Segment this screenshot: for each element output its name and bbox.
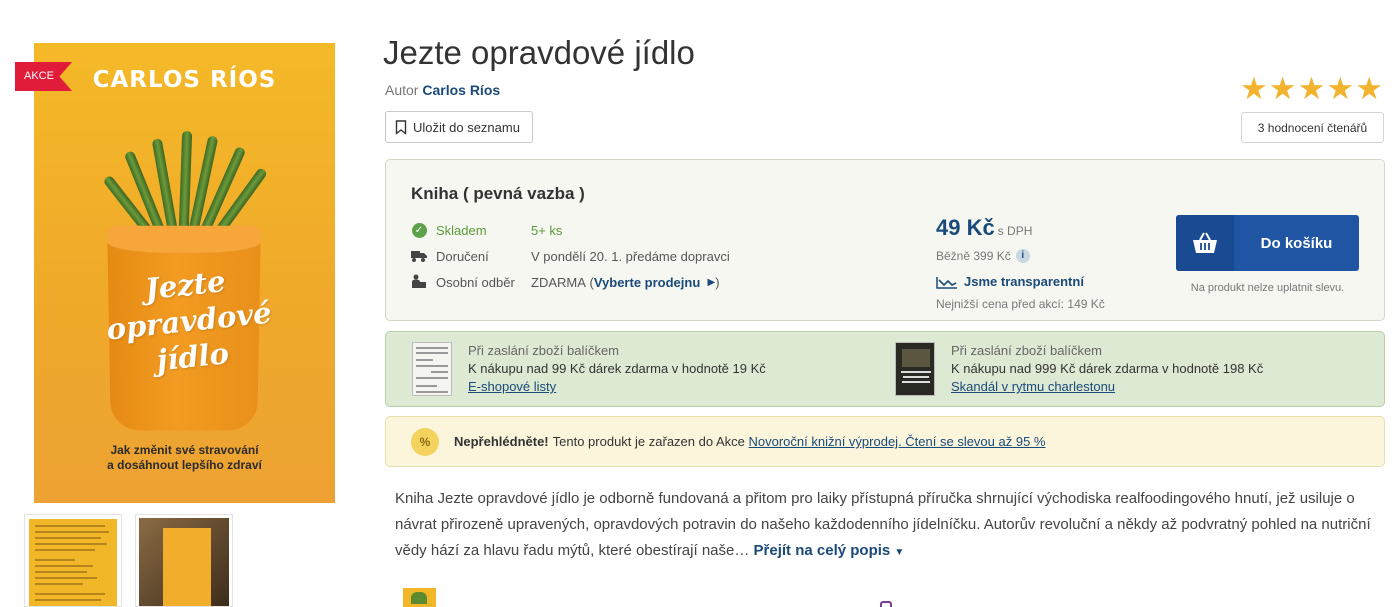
delivery-truck-icon <box>411 248 427 264</box>
gift-title: Při zaslání zboží balíčkem <box>468 342 766 360</box>
percent-icon: % <box>411 428 439 456</box>
info-icon[interactable]: i <box>1016 249 1030 263</box>
pickup-row: Osobní odběr ZDARMA (Vyberte prodejnu ▶) <box>411 274 720 290</box>
gift-description: K nákupu nad 999 Kč dárek zdarma v hodno… <box>951 360 1263 378</box>
partial-icon <box>880 601 892 607</box>
normal-price-text: Běžně 399 Kč <box>936 249 1011 263</box>
star-icon: ★ <box>1326 72 1354 106</box>
star-icon: ★ <box>1269 72 1297 106</box>
thumbnail-front-photo[interactable] <box>135 514 233 607</box>
check-circle-icon: ✓ <box>411 222 427 238</box>
stock-label: Skladem <box>436 223 531 238</box>
price-suffix: s DPH <box>998 224 1033 238</box>
normal-price: Běžně 399 Kč i <box>936 249 1030 263</box>
bookmark-icon <box>395 120 407 135</box>
star-icon: ★ <box>1240 72 1268 106</box>
transparency-link[interactable]: Jsme transparentní <box>936 274 1084 289</box>
gift-text: Při zaslání zboží balíčkem K nákupu nad … <box>951 342 1263 396</box>
add-to-cart-button[interactable]: Do košíku <box>1176 215 1359 271</box>
gift-item: Při zaslání zboží balíčkem K nákupu nad … <box>895 342 1263 396</box>
delivery-value: V pondělí 20. 1. předáme dopravci <box>531 249 730 264</box>
store-pickup-icon <box>411 274 427 290</box>
book-format: Kniha ( pevná vazba ) <box>411 184 585 204</box>
related-book-thumbnail[interactable] <box>403 588 436 607</box>
promo-link[interactable]: Novoroční knižní výprodej. Čtení se slev… <box>749 434 1046 449</box>
gift-image[interactable] <box>895 342 935 396</box>
cover-author: CARLOS RÍOS <box>34 67 335 93</box>
read-more-link[interactable]: Přejít na celý popis ▼ <box>754 542 905 559</box>
product-title: Jezte opravdové jídlo <box>383 34 695 72</box>
gift-image[interactable] <box>412 342 452 396</box>
book-cover-image[interactable]: CARLOS RÍOS Jezte opravdové jídlo Jak zm… <box>34 43 335 503</box>
star-icon: ★ <box>1298 72 1326 106</box>
no-discount-note: Na produkt nelze uplatnit slevu. <box>1176 282 1359 294</box>
gift-link[interactable]: Skandál v rytmu charlestonu <box>951 379 1115 394</box>
gift-item: Při zaslání zboží balíčkem K nákupu nad … <box>412 342 766 396</box>
basket-icon <box>1176 215 1234 271</box>
author-line: Autor Carlos Ríos <box>385 82 500 98</box>
pickup-value: ZDARMA <box>531 275 586 290</box>
product-description: Kniha Jezte opravdové jídlo je odborně f… <box>395 486 1380 566</box>
thumbnail-image <box>139 518 229 606</box>
author-prefix: Autor <box>385 82 418 98</box>
caret-down-icon: ▼ <box>894 547 904 558</box>
price-value: 49 Kč <box>936 215 995 240</box>
read-more-label: Přejít na celý popis <box>754 542 891 559</box>
price-chart-icon <box>936 275 958 289</box>
triangle-right-icon: ▶ <box>708 277 716 288</box>
gift-box: Při zaslání zboží balíčkem K nákupu nad … <box>385 331 1385 407</box>
buy-box: Kniha ( pevná vazba ) ✓ Skladem 5+ ks Do… <box>385 159 1385 321</box>
lowest-price-note: Nejnižší cena před akcí: 149 Kč <box>936 297 1105 311</box>
cover-title: Jezte opravdové jídlo <box>99 258 279 383</box>
reader-ratings-button[interactable]: 3 hodnocení čtenářů <box>1241 112 1384 143</box>
cover-subtitle: Jak změnit své stravování a dosáhnout le… <box>34 443 335 473</box>
cover-subtitle-line: a dosáhnout lepšího zdraví <box>34 458 335 473</box>
gift-title: Při zaslání zboží balíčkem <box>951 342 1263 360</box>
gift-link[interactable]: E-shopové listy <box>468 379 556 394</box>
star-icon: ★ <box>1355 72 1383 106</box>
promo-text: Tento produkt je zařazen do Akce <box>553 434 745 449</box>
save-to-list-button[interactable]: Uložit do seznamu <box>385 111 533 143</box>
cover-subtitle-line: Jak změnit své stravování <box>34 443 335 458</box>
stock-value: 5+ ks <box>531 223 562 238</box>
gift-text: Při zaslání zboží balíčkem K nákupu nad … <box>468 342 766 396</box>
author-link[interactable]: Carlos Ríos <box>422 82 500 98</box>
pickup-label: Osobní odběr <box>436 275 531 290</box>
stock-row: ✓ Skladem 5+ ks <box>411 222 562 238</box>
thumbnail-back-cover[interactable] <box>24 514 122 607</box>
promo-box: % Nepřehlédněte! Tento produkt je zařaze… <box>385 416 1385 467</box>
transparency-label: Jsme transparentní <box>964 274 1084 289</box>
gift-description: K nákupu nad 99 Kč dárek zdarma v hodnot… <box>468 360 766 378</box>
thumbnail-image <box>29 519 117 606</box>
price: 49 Kč s DPH <box>936 215 1032 241</box>
rating-stars[interactable]: ★ ★ ★ ★ ★ <box>1240 72 1383 106</box>
save-to-list-label: Uložit do seznamu <box>413 120 520 135</box>
promo-bold: Nepřehlédněte! <box>454 434 549 449</box>
delivery-row: Doručení V pondělí 20. 1. předáme doprav… <box>411 248 730 264</box>
choose-store-link[interactable]: Vyberte prodejnu <box>594 275 700 290</box>
delivery-label: Doručení <box>436 249 531 264</box>
add-to-cart-label: Do košíku <box>1234 235 1359 252</box>
